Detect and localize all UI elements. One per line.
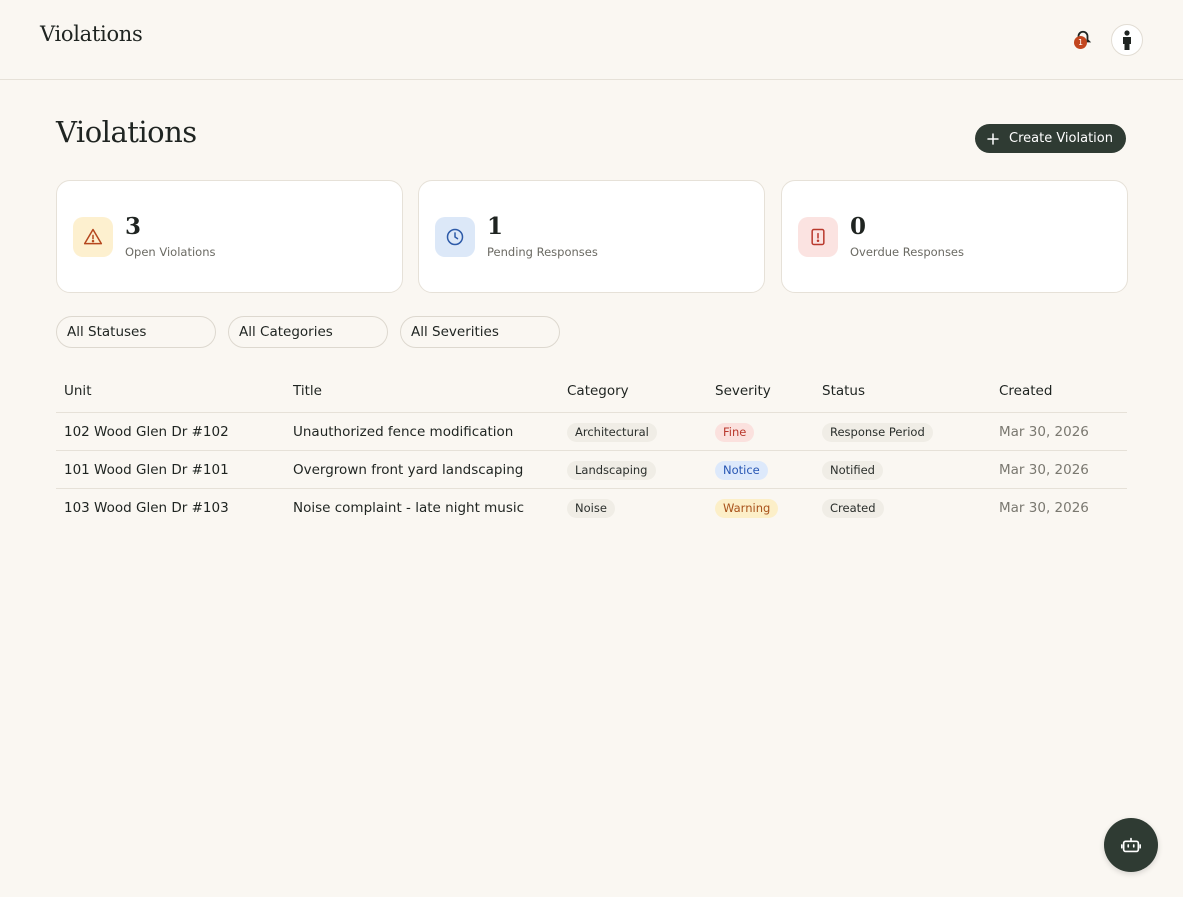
created-cell: Mar 30, 2026: [999, 462, 1089, 478]
stat-card-overdue-responses: 0 Overdue Responses: [781, 180, 1128, 293]
stat-value: 0: [850, 213, 867, 240]
alert-octagon-icon: [798, 217, 838, 257]
column-header-status[interactable]: Status: [822, 383, 865, 399]
title-cell: Overgrown front yard landscaping: [293, 462, 524, 478]
created-cell: Mar 30, 2026: [999, 424, 1089, 440]
notification-badge: 1: [1074, 36, 1087, 49]
page-title: Violations: [56, 115, 197, 149]
category-filter-select[interactable]: All Categories: [228, 316, 388, 348]
created-cell: Mar 30, 2026: [999, 500, 1089, 516]
severity-badge: Warning: [715, 499, 779, 518]
status-filter-select[interactable]: All Statuses: [56, 316, 216, 348]
stat-label: Open Violations: [125, 245, 216, 259]
create-violation-button[interactable]: Create Violation: [975, 124, 1126, 153]
top-bar: Violations 1: [0, 0, 1183, 80]
clock-icon: [435, 217, 475, 257]
person-icon: [1123, 30, 1131, 50]
table-row[interactable]: 103 Wood Glen Dr #103 Noise complaint - …: [56, 489, 1127, 527]
column-header-created[interactable]: Created: [999, 383, 1052, 399]
create-violation-label: Create Violation: [1009, 131, 1113, 146]
user-avatar-button[interactable]: [1111, 24, 1143, 56]
status-badge: Notified: [822, 461, 883, 480]
violations-table: Unit Title Category Severity Status Crea…: [56, 372, 1127, 527]
stat-label: Pending Responses: [487, 245, 598, 259]
app-title: Violations: [40, 22, 143, 46]
title-cell: Noise complaint - late night music: [293, 500, 525, 516]
category-badge: Architectural: [567, 423, 657, 442]
category-badge: Noise: [567, 499, 615, 518]
column-header-title[interactable]: Title: [293, 383, 322, 399]
unit-cell: 102 Wood Glen Dr #102: [64, 424, 229, 440]
table-row[interactable]: 101 Wood Glen Dr #101 Overgrown front ya…: [56, 451, 1127, 489]
stat-label: Overdue Responses: [850, 245, 965, 259]
column-header-category[interactable]: Category: [567, 383, 629, 399]
category-badge: Landscaping: [567, 461, 656, 480]
status-badge: Created: [822, 499, 884, 518]
status-badge: Response Period: [822, 423, 933, 442]
warning-triangle-icon: [73, 217, 113, 257]
column-header-severity[interactable]: Severity: [715, 383, 771, 399]
column-header-unit[interactable]: Unit: [64, 383, 91, 399]
severity-badge: Notice: [715, 461, 768, 480]
stat-value: 3: [125, 213, 142, 240]
severity-badge: Fine: [715, 423, 755, 442]
robot-icon: [1121, 837, 1141, 853]
assistant-fab-button[interactable]: [1104, 818, 1158, 872]
unit-cell: 103 Wood Glen Dr #103: [64, 500, 229, 516]
stat-value: 1: [487, 213, 504, 240]
table-row[interactable]: 102 Wood Glen Dr #102 Unauthorized fence…: [56, 413, 1127, 451]
notification-button[interactable]: 1: [1068, 26, 1096, 54]
title-cell: Unauthorized fence modification: [293, 424, 514, 440]
table-header: Unit Title Category Severity Status Crea…: [56, 372, 1127, 413]
stat-card-pending-responses: 1 Pending Responses: [418, 180, 765, 293]
unit-cell: 101 Wood Glen Dr #101: [64, 462, 229, 478]
severity-filter-select[interactable]: All Severities: [400, 316, 560, 348]
plus-icon: [987, 132, 999, 145]
stat-card-open-violations: 3 Open Violations: [56, 180, 403, 293]
